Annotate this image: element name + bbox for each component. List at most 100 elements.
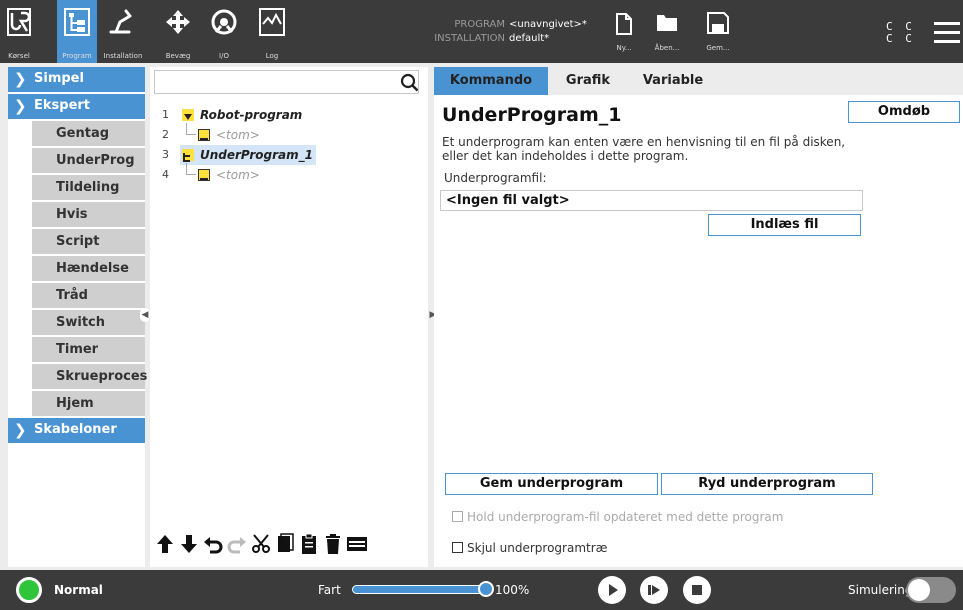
tab-bar: Kommando Grafik Variable [434,67,963,95]
program-tree-panel: 1 Robot-program 2 <tom> 3 UnderProgram_1… [150,67,428,567]
sidebar-item-timer[interactable]: Timer [32,337,145,362]
tab-variables[interactable]: Variable [628,67,718,95]
subprogram-icon [182,149,194,162]
robot-status-text: Normal [54,583,103,597]
copy-icon[interactable] [274,533,296,557]
tree-row[interactable]: 3 UnderProgram_1 [150,145,428,165]
ur-logo-icon [7,8,31,36]
sidebar-item-switch[interactable]: Switch [32,310,145,335]
tree-line-number: 2 [162,128,169,141]
tree-line-number: 3 [162,148,169,161]
sidebar-item-event[interactable]: Hændelse [32,256,145,281]
cut-icon[interactable] [250,533,272,557]
tree-row[interactable]: 4 <tom> [150,163,428,185]
top-header: Kørsel Program Installation Bevæg I/O Lo… [0,0,963,63]
move-down-icon[interactable] [178,533,200,557]
tree-node-label: <tom> [216,168,260,182]
empty-node-icon [198,169,210,181]
save-subprogram-button[interactable]: Gem underprogram [445,473,658,495]
delete-icon[interactable] [322,533,344,557]
nav-label-log: Log [265,52,279,60]
subprogram-file-label: Underprogramfil: [444,171,547,185]
collapse-sidebar-handle-icon[interactable]: ◀ [140,308,150,322]
cc-indicator: C C C C [886,21,915,45]
hide-subprogram-tree-label: Skjul underprogramtræ [467,541,608,555]
tree-guide-line [186,163,196,175]
folder-icon [657,15,677,31]
nav-installation[interactable]: Installation [100,0,146,63]
search-icon[interactable] [400,73,420,93]
tree-node-label: Robot-program [200,108,303,122]
nav-log[interactable]: Log [252,0,292,63]
nav-move[interactable]: Bevæg [160,0,196,63]
toggle-knob [908,579,930,601]
tree-line-number: 1 [162,108,169,121]
stop-icon [692,585,702,595]
sidebar-item-repeat[interactable]: Gentag [32,121,145,146]
nav-label-move: Bevæg [165,52,191,60]
page-title: UnderProgram_1 [442,104,622,126]
description-line-2: eller det kan indeholdes i dette program… [442,149,689,163]
tree-row[interactable]: 1 Robot-program [150,105,428,125]
category-simple-label: Simpel [34,71,84,86]
tab-graphics[interactable]: Grafik [548,67,628,95]
save-disk-icon [707,12,729,34]
sidebar-item-subprogram[interactable]: UnderProg [32,148,145,173]
sidebar-item-script[interactable]: Script [32,229,145,254]
tree-row[interactable]: 2 <tom> [150,123,428,145]
save-file-button[interactable]: Gem... [698,0,738,63]
move-up-icon[interactable] [154,533,176,557]
simulation-label: Simulering [848,583,913,597]
ur-logo: Kørsel [0,0,38,63]
category-templates[interactable]: ❯ Skabeloner [8,418,145,443]
speed-slider-handle[interactable] [478,581,494,597]
installation-name: default* [509,33,550,44]
nav-label-installation: Installation [103,52,143,60]
category-templates-label: Skabeloner [34,422,117,437]
command-category-sidebar: ❯ Simpel ❯ Ekspert Gentag UnderProg Tildel… [8,67,147,567]
installation-key: INSTALLATION [434,33,505,44]
simulation-toggle[interactable] [906,577,956,603]
sidebar-item-screwing[interactable]: Skrueproces [32,364,147,389]
sidebar-item-assignment[interactable]: Tildeling [32,175,145,200]
step-button[interactable] [640,576,668,604]
play-button[interactable] [598,576,626,604]
tab-command[interactable]: Kommando [434,67,548,95]
program-tree-icon [64,8,90,36]
rename-button[interactable]: Omdøb [848,101,960,123]
tree-node-label: UnderProgram_1 [200,148,313,162]
hide-subprogram-tree-checkbox[interactable]: Skjul underprogramtræ [452,541,607,555]
checkbox-box[interactable] [452,542,463,553]
robot-program-icon [182,109,194,121]
chevron-right-icon: ❯ [14,70,27,88]
status-footer: Normal Fart 100% Simulering [0,570,963,610]
suppress-icon[interactable] [346,533,368,557]
open-file-button[interactable]: Åben... [647,0,687,63]
robot-arm-icon [109,9,132,34]
nav-program[interactable]: Program [57,0,97,63]
description-line-1: Et underprogram kan enten være en henvis… [442,135,846,149]
play-icon [609,584,618,596]
stop-button[interactable] [683,576,711,604]
nav-io[interactable]: I/O [205,0,243,63]
tree-search-input[interactable] [154,70,419,94]
paste-icon[interactable] [298,533,320,557]
program-info: PROGRAM <unavngivet>* INSTALLATION default… [417,18,587,46]
load-file-button[interactable]: Indlæs fil [708,214,861,236]
speed-slider-track[interactable] [352,585,488,594]
io-icon [211,9,237,35]
sidebar-item-home[interactable]: Hjem [32,391,145,416]
clear-subprogram-button[interactable]: Ryd underprogram [661,473,873,495]
category-expert[interactable]: ❯ Ekspert [8,94,145,119]
redo-icon [226,533,248,557]
hamburger-menu-icon[interactable] [934,22,960,44]
undo-icon[interactable] [202,533,224,557]
category-expert-label: Ekspert [34,98,91,113]
robot-status-indicator[interactable] [16,577,42,603]
new-file-button[interactable]: Ny... [604,0,644,63]
sidebar-item-thread[interactable]: Tråd [32,283,145,308]
sidebar-item-if[interactable]: Hvis [32,202,145,227]
move-arrows-icon [166,10,190,34]
subprogram-file-field[interactable]: <Ingen fil valgt> [440,190,863,211]
category-simple[interactable]: ❯ Simpel [8,67,145,92]
